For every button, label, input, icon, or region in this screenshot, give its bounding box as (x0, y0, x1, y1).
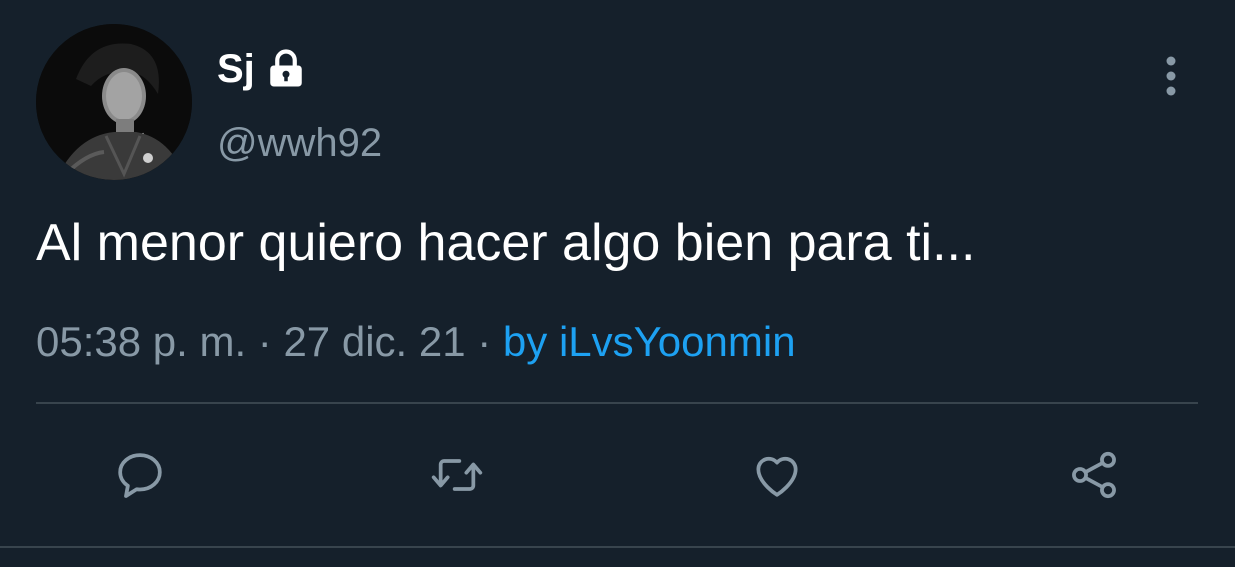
avatar-photo (36, 24, 192, 180)
reply-button[interactable] (108, 443, 172, 507)
more-options-button[interactable] (1156, 55, 1186, 97)
like-button[interactable] (745, 443, 809, 507)
tweet-text: Al menor quiero hacer algo bien para ti.… (36, 214, 976, 272)
display-name-text: Sj (217, 47, 255, 91)
tweet-date[interactable]: 27 dic. 21 (283, 318, 465, 365)
tweet-source-link[interactable]: by iLvsYoonmin (503, 318, 796, 365)
share-icon (1072, 451, 1116, 499)
avatar[interactable] (36, 24, 192, 180)
lock-icon (270, 49, 302, 87)
tweet-time[interactable]: 05:38 p. m. (36, 318, 246, 365)
tweet-detail: Sj @wwh92 Al menor quiero hacer algo bie… (0, 0, 1235, 567)
divider (36, 402, 1198, 404)
more-vertical-icon (1166, 56, 1176, 96)
retweet-button[interactable] (425, 443, 489, 507)
share-button[interactable] (1062, 443, 1126, 507)
retweet-icon (431, 459, 483, 491)
meta-separator: · (257, 318, 284, 365)
display-name[interactable]: Sj (217, 46, 307, 92)
heart-icon (756, 456, 798, 497)
meta-separator: · (477, 318, 503, 365)
bottom-divider (0, 546, 1235, 548)
reply-icon (118, 453, 162, 498)
tweet-meta: 05:38 p. m. · 27 dic. 21 · by iLvsYoonmi… (36, 316, 796, 368)
user-handle[interactable]: @wwh92 (217, 120, 382, 166)
